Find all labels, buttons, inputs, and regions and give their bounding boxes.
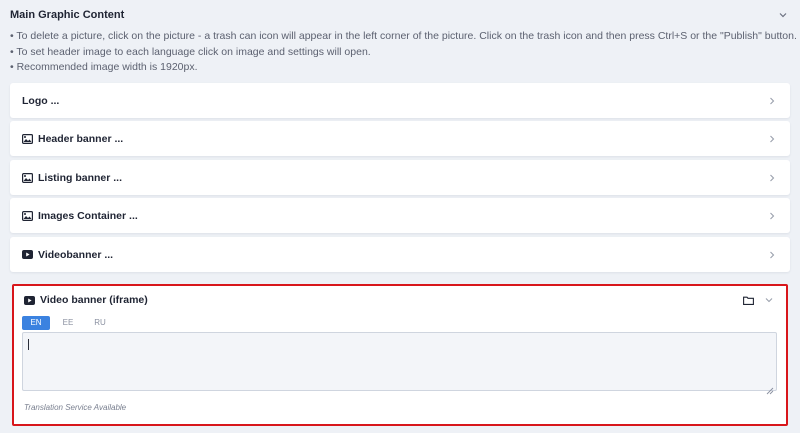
video-icon: [22, 250, 33, 259]
image-icon: [22, 133, 33, 144]
translation-hint: Translation Service Available: [24, 403, 127, 412]
image-icon: [22, 172, 33, 183]
panel-label: Videobanner ...: [38, 248, 114, 261]
panel-images-container[interactable]: Images Container ...: [10, 198, 790, 233]
chevron-right-icon: [768, 92, 776, 110]
iframe-code-input[interactable]: [22, 332, 777, 391]
chevron-right-icon: [768, 130, 776, 148]
panel-label: Images Container ...: [38, 209, 138, 222]
graphic-content-page: Main Graphic Content • To delete a pictu…: [0, 0, 800, 433]
resize-handle-icon[interactable]: [766, 382, 774, 395]
panel-videobanner[interactable]: Videobanner ...: [10, 237, 790, 272]
instructions: • To delete a picture, click on the pict…: [10, 29, 797, 76]
panel-header-banner[interactable]: Header banner ...: [10, 121, 790, 156]
section-header[interactable]: Main Graphic Content: [10, 0, 790, 30]
chevron-right-icon: [768, 207, 776, 225]
chevron-down-icon[interactable]: [762, 293, 776, 307]
video-icon: [24, 295, 35, 305]
panel-listing-banner[interactable]: Listing banner ...: [10, 160, 790, 195]
language-tabs: EN EE RU: [22, 316, 114, 330]
panel-label: Logo ...: [22, 94, 60, 107]
tab-en[interactable]: EN: [22, 316, 50, 330]
tab-ru[interactable]: RU: [86, 316, 114, 330]
panel-header[interactable]: Video banner (iframe): [24, 292, 776, 308]
image-icon: [22, 210, 33, 221]
panel-label: Listing banner ...: [38, 171, 123, 184]
instruction-line: • To delete a picture, click on the pict…: [10, 30, 797, 42]
panel-logo[interactable]: Logo ...: [10, 83, 790, 118]
text-caret: [28, 339, 29, 350]
folder-icon[interactable]: [743, 296, 754, 305]
chevron-right-icon: [768, 169, 776, 187]
instruction-line: • To set header image to each language c…: [10, 45, 371, 58]
panel-label: Header banner ...: [38, 132, 124, 145]
panel-video-banner-iframe: Video banner (iframe) EN EE RU Translati…: [12, 284, 788, 426]
chevron-right-icon: [768, 246, 776, 264]
chevron-down-icon[interactable]: [776, 8, 790, 22]
panel-title: Video banner (iframe): [40, 294, 148, 306]
section-title: Main Graphic Content: [10, 9, 125, 21]
tab-ee[interactable]: EE: [54, 316, 82, 330]
instruction-line: • Recommended image width is 1920px.: [10, 61, 198, 73]
